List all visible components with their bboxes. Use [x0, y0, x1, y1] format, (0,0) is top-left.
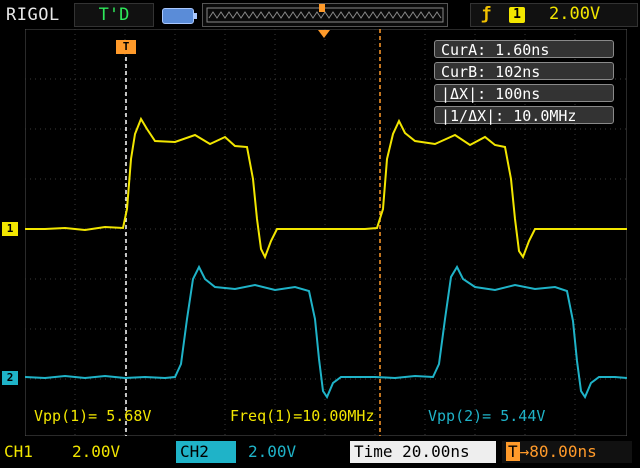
cursor-b-readout: CurB: 102ns [434, 62, 614, 81]
battery-icon [162, 8, 197, 24]
delay-arrow-icon: → [519, 442, 530, 461]
top-status-bar: RIGOL T'D ƒ 1 2.00V [0, 0, 640, 30]
trigger-delay-value: 80.00ns [529, 442, 597, 461]
trigger-delay-readout[interactable]: T →80.00ns [502, 441, 632, 463]
ch1-offset-marker[interactable]: 1 [2, 222, 18, 236]
vpp-ch1-measurement: Vpp(1)= 5.68V [34, 407, 152, 425]
trigger-level: 2.00V [549, 4, 601, 24]
inverse-delta-x-readout: |1/ΔX|: 10.0MHz [434, 106, 614, 125]
rising-edge-icon: ƒ [481, 4, 492, 24]
run-status-indicator: T'D [74, 3, 154, 27]
vpp-ch2-measurement: Vpp(2)= 5.44V [428, 407, 546, 425]
ch2-vertical-scale[interactable]: 2.00V [248, 441, 296, 463]
ch1-vertical-scale[interactable]: 2.00V [72, 441, 120, 463]
brand-logo: RIGOL [6, 5, 60, 25]
cursor-a-readout: CurA: 1.60ns [434, 40, 614, 59]
freq-ch1-measurement: Freq(1)=10.00MHz [230, 407, 375, 425]
delta-x-readout: |ΔX|: 100ns [434, 84, 614, 103]
trigger-position-marker[interactable]: T [116, 40, 136, 54]
ch1-label[interactable]: CH1 [4, 441, 33, 463]
trigger-panel[interactable]: ƒ 1 2.00V [470, 3, 638, 27]
memory-depth-bar [202, 3, 448, 27]
memory-waveform-preview [206, 4, 444, 23]
trigger-source-badge: 1 [509, 7, 525, 23]
ch2-offset-marker[interactable]: 2 [2, 371, 18, 385]
timebase-center-arrow [318, 30, 330, 38]
bottom-status-bar: CH1 2.00V CH2 2.00V Time 20.00ns T →80.00… [0, 437, 640, 468]
timebase-readout[interactable]: Time 20.00ns [350, 441, 496, 463]
ch2-label[interactable]: CH2 [176, 441, 236, 463]
trigger-delay-icon: T [506, 442, 520, 461]
